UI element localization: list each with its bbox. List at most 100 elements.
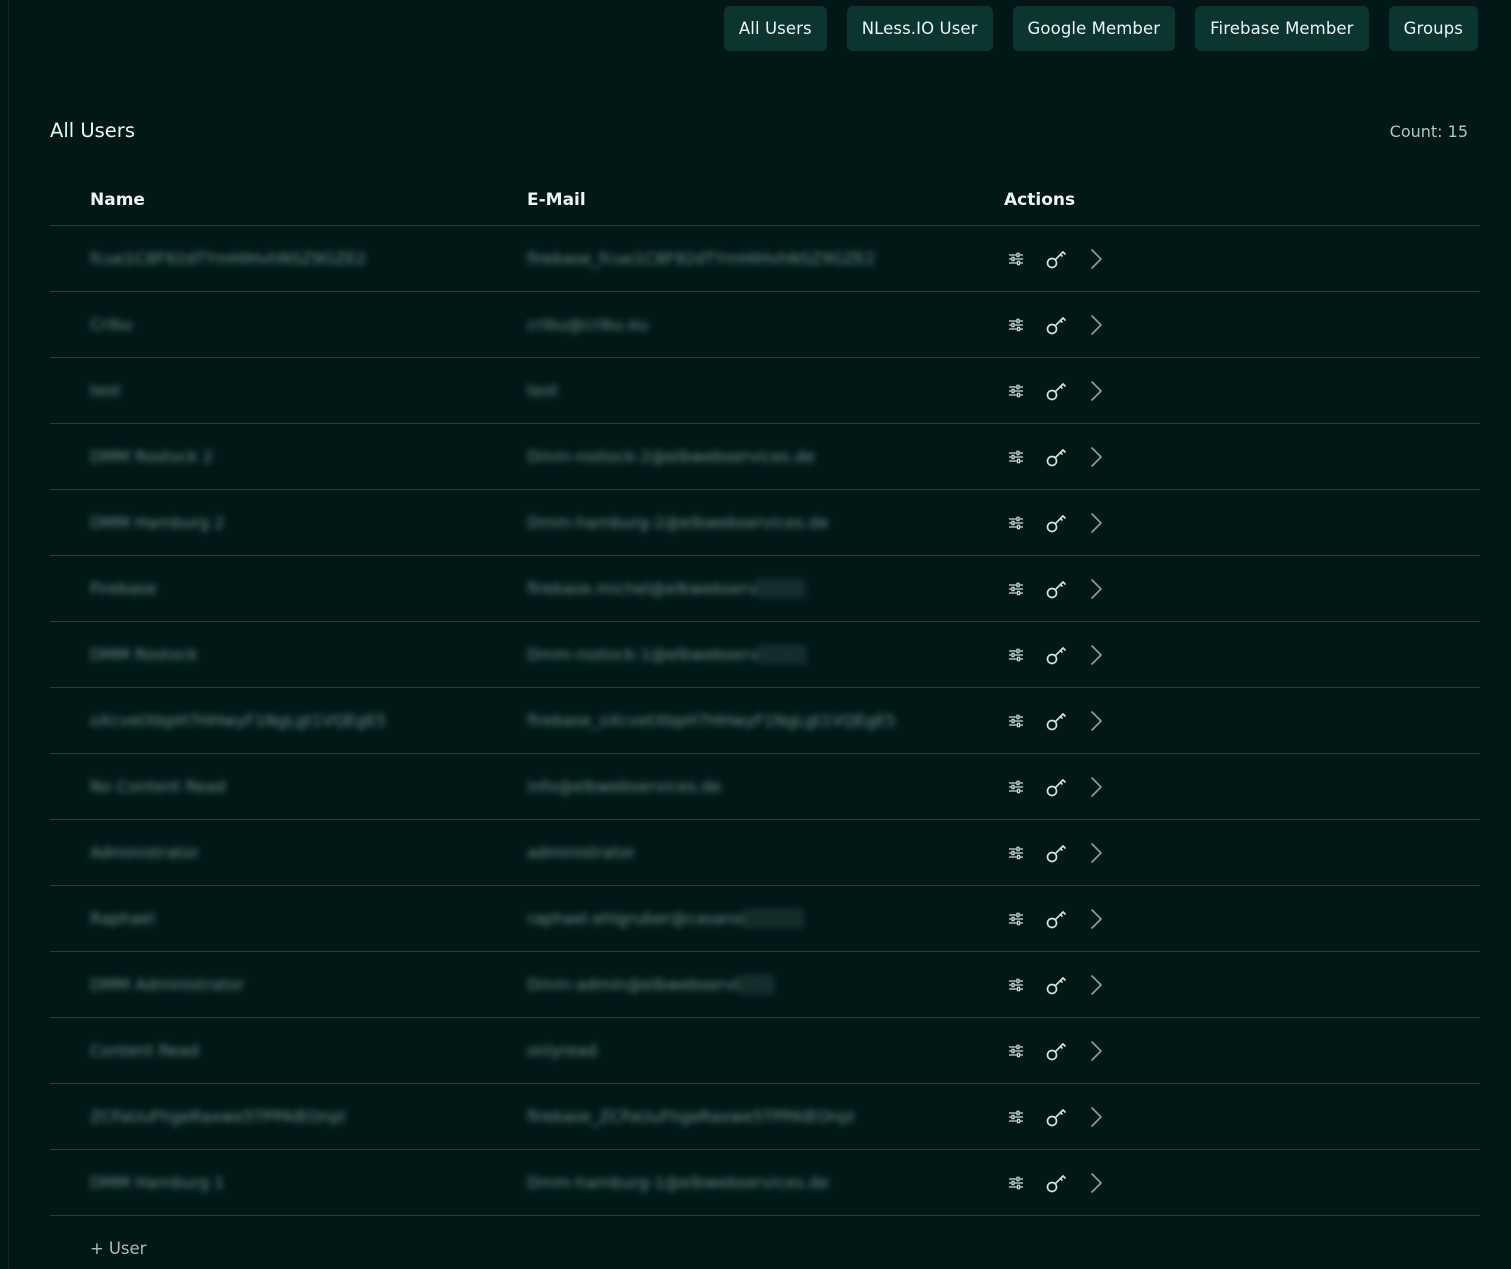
chevron-right-icon[interactable]: [1084, 247, 1108, 271]
key-icon[interactable]: [1044, 1105, 1068, 1129]
key-icon[interactable]: [1044, 709, 1068, 733]
chevron-right-icon[interactable]: [1084, 511, 1108, 535]
table-row[interactable]: DMM Rostock Dmm-rostock-1@elbwebserv░░░░: [50, 622, 1480, 688]
user-name: Content Read: [90, 1041, 199, 1060]
table-row[interactable]: DMM Hamburg 2 Dmm-hamburg-2@elbwebservice…: [50, 490, 1480, 556]
sliders-icon[interactable]: [1004, 511, 1028, 535]
chevron-right-icon[interactable]: [1084, 1039, 1108, 1063]
table-row[interactable]: test test: [50, 358, 1480, 424]
chevron-right-icon[interactable]: [1084, 445, 1108, 469]
chevron-right-icon[interactable]: [1084, 643, 1108, 667]
add-user-plus: +: [90, 1239, 104, 1258]
key-icon[interactable]: [1044, 973, 1068, 997]
key-icon[interactable]: [1044, 313, 1068, 337]
row-actions: [1004, 247, 1480, 271]
user-email: Dmm-rostock-2@elbwebservices.de: [527, 447, 815, 466]
row-actions: [1004, 907, 1480, 931]
table-row[interactable]: oXcvetXbpH7HHwyF1NgLgt1VQEgE5 firebase_oX…: [50, 688, 1480, 754]
chevron-right-icon[interactable]: [1084, 973, 1108, 997]
table-row[interactable]: Firebase firebase.michel@elbwebserv░░░░: [50, 556, 1480, 622]
table-row[interactable]: Administrator administrator: [50, 820, 1480, 886]
chevron-right-icon[interactable]: [1084, 577, 1108, 601]
chevron-right-icon[interactable]: [1084, 1171, 1108, 1195]
add-user-button[interactable]: + User: [90, 1239, 146, 1258]
row-actions: [1004, 841, 1480, 865]
table-row[interactable]: ZCFaUuFhgeRaxwe5TPPAIEOnpl firebase_ZCFaU…: [50, 1084, 1480, 1150]
sliders-icon[interactable]: [1004, 1039, 1028, 1063]
row-actions: [1004, 1171, 1480, 1195]
user-name: DMM Administrator: [90, 975, 245, 994]
table-row[interactable]: Cribu cribu@cribu.eu: [50, 292, 1480, 358]
table-row[interactable]: DMM Hamburg 1 Dmm-hamburg-1@elbwebservice…: [50, 1150, 1480, 1216]
key-icon[interactable]: [1044, 577, 1068, 601]
key-icon[interactable]: [1044, 1039, 1068, 1063]
user-email: Dmm-hamburg-1@elbwebservices.de: [527, 1173, 829, 1192]
user-email: firebase_oXcvetXbpH7HHwyF1NgLgt1VQEgE5: [527, 711, 896, 730]
key-icon[interactable]: [1044, 511, 1068, 535]
key-icon[interactable]: [1044, 775, 1068, 799]
table-body: fcue1C8F92dTYmHIHvhNSZ9GZE2 firebase_fcue…: [50, 226, 1480, 1216]
chevron-right-icon[interactable]: [1084, 1105, 1108, 1129]
user-name: Firebase: [90, 579, 157, 598]
row-actions: [1004, 709, 1480, 733]
user-name: DMM Hamburg 2: [90, 513, 225, 532]
chevron-right-icon[interactable]: [1084, 313, 1108, 337]
sliders-icon[interactable]: [1004, 445, 1028, 469]
user-name: Raphael: [90, 909, 155, 928]
table-header: Name E-Mail Actions: [50, 178, 1480, 226]
tab-nless-user[interactable]: NLess.IO User: [846, 6, 993, 51]
key-icon[interactable]: [1044, 379, 1068, 403]
user-name: oXcvetXbpH7HHwyF1NgLgt1VQEgE5: [90, 711, 387, 730]
key-icon[interactable]: [1044, 445, 1068, 469]
tab-all-users[interactable]: All Users: [723, 6, 827, 51]
chevron-right-icon[interactable]: [1084, 709, 1108, 733]
user-email: cribu@cribu.eu: [527, 315, 649, 334]
sliders-icon[interactable]: [1004, 1171, 1028, 1195]
column-header-email: E-Mail: [527, 190, 586, 210]
sliders-icon[interactable]: [1004, 313, 1028, 337]
sliders-icon[interactable]: [1004, 841, 1028, 865]
row-actions: [1004, 775, 1480, 799]
tab-groups[interactable]: Groups: [1388, 6, 1478, 51]
table-row[interactable]: DMM Rostock 2 Dmm-rostock-2@elbwebservice…: [50, 424, 1480, 490]
sliders-icon[interactable]: [1004, 379, 1028, 403]
sliders-icon[interactable]: [1004, 709, 1028, 733]
count-value: 15: [1447, 122, 1468, 141]
user-email: test: [527, 381, 558, 400]
sliders-icon[interactable]: [1004, 643, 1028, 667]
sliders-icon[interactable]: [1004, 973, 1028, 997]
user-filter-tabs: All Users NLess.IO User Google Member Fi…: [723, 6, 1478, 51]
key-icon[interactable]: [1044, 841, 1068, 865]
table-row[interactable]: fcue1C8F92dTYmHIHvhNSZ9GZE2 firebase_fcue…: [50, 226, 1480, 292]
user-name: Administrator: [90, 843, 200, 862]
key-icon[interactable]: [1044, 643, 1068, 667]
row-actions: [1004, 973, 1480, 997]
user-name: DMM Hamburg 1: [90, 1173, 225, 1192]
table-row[interactable]: Raphael raphael.ehlgruber@casano░░░░░: [50, 886, 1480, 952]
tab-google-member[interactable]: Google Member: [1012, 6, 1176, 51]
sliders-icon[interactable]: [1004, 775, 1028, 799]
chevron-right-icon[interactable]: [1084, 775, 1108, 799]
row-actions: [1004, 1105, 1480, 1129]
key-icon[interactable]: [1044, 247, 1068, 271]
key-icon[interactable]: [1044, 907, 1068, 931]
sliders-icon[interactable]: [1004, 577, 1028, 601]
table-row[interactable]: No Content Read info@elbwebservices.de: [50, 754, 1480, 820]
key-icon[interactable]: [1044, 1171, 1068, 1195]
sliders-icon[interactable]: [1004, 1105, 1028, 1129]
user-name: DMM Rostock 2: [90, 447, 213, 466]
sliders-icon[interactable]: [1004, 247, 1028, 271]
user-name: DMM Rostock: [90, 645, 198, 664]
sliders-icon[interactable]: [1004, 907, 1028, 931]
tab-firebase-member[interactable]: Firebase Member: [1195, 6, 1369, 51]
chevron-right-icon[interactable]: [1084, 379, 1108, 403]
user-name: fcue1C8F92dTYmHIHvhNSZ9GZE2: [90, 249, 367, 268]
table-row[interactable]: DMM Administrator Dmm-admin@elbwebservi░░…: [50, 952, 1480, 1018]
user-name: Cribu: [90, 315, 133, 334]
chevron-right-icon[interactable]: [1084, 907, 1108, 931]
row-actions: [1004, 313, 1480, 337]
table-row[interactable]: Content Read onlyread: [50, 1018, 1480, 1084]
row-actions: [1004, 379, 1480, 403]
chevron-right-icon[interactable]: [1084, 841, 1108, 865]
column-header-name: Name: [90, 190, 145, 210]
